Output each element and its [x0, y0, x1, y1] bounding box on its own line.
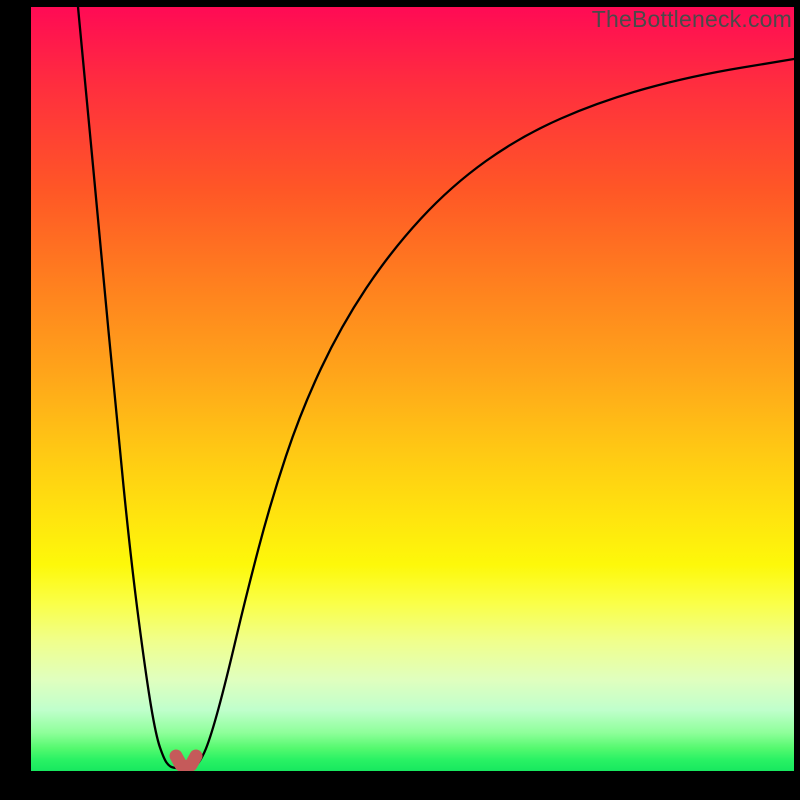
- curve-group: [78, 7, 794, 768]
- plot-area: [31, 7, 794, 771]
- bottleneck-curve: [31, 7, 794, 771]
- chart-frame: TheBottleneck.com: [0, 0, 800, 800]
- curve-left-branch: [78, 7, 179, 768]
- curve-right-branch: [194, 59, 794, 768]
- watermark-text: TheBottleneck.com: [592, 6, 792, 33]
- minimum-marker: [176, 756, 196, 767]
